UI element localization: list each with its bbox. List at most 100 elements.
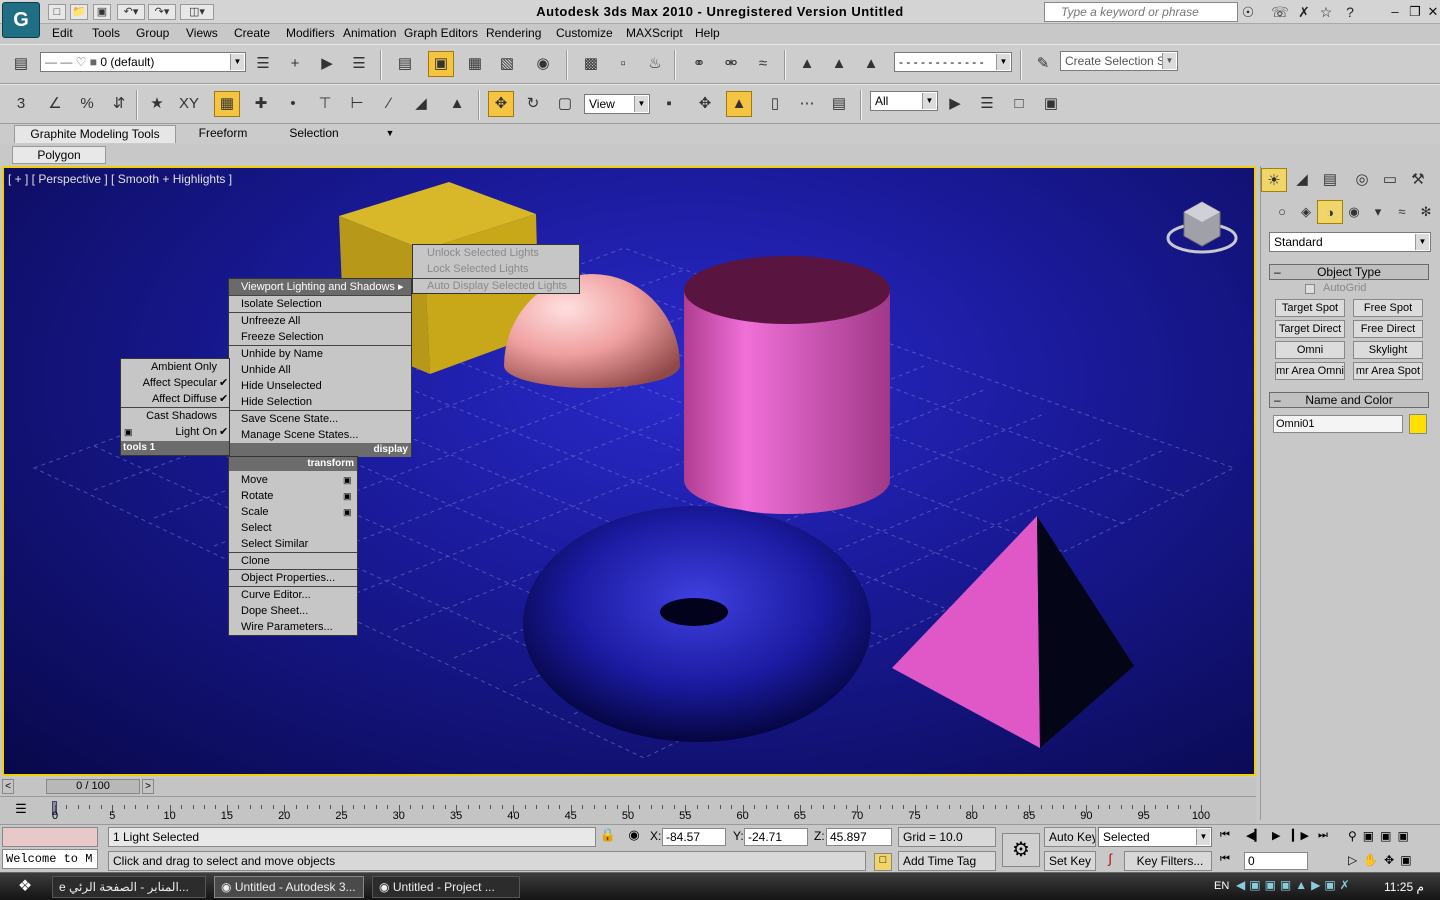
free-spot-button[interactable]: Free Spot <box>1353 299 1423 317</box>
system-tray-icons[interactable]: ◀▣▣▣▲▶▣✗ <box>1236 878 1372 896</box>
select-layer-icon[interactable]: ☰ <box>346 51 372 77</box>
restore-icon[interactable]: ❐ <box>1406 4 1424 20</box>
task-3dsmax[interactable]: ◉ Untitled - Autodesk 3... <box>214 876 364 898</box>
menu-edit[interactable]: Edit <box>52 26 73 40</box>
omni-button[interactable]: Omni <box>1275 341 1345 359</box>
menu-viewport-lighting-shadows[interactable]: Viewport Lighting and Shadows ▸ <box>229 279 411 295</box>
link-icon[interactable]: ⚭ <box>686 51 712 77</box>
rectangular-region-icon[interactable]: □ <box>1006 91 1032 117</box>
track-bar[interactable]: ☰ 0 5 10 15 20 25 30 35 40 45 50 55 60 65 70 75 80 85 90 95… <box>0 796 1256 824</box>
tab-selection[interactable]: Selection <box>276 125 352 143</box>
rollout-name-and-color[interactable]: – Name and Color <box>1269 392 1429 408</box>
key-mode-dropdown[interactable]: Selected ▼ <box>1098 827 1212 847</box>
selection-filter-dropdown[interactable]: All ▼ <box>870 91 938 111</box>
render-setup-icon[interactable]: ▩ <box>578 51 604 77</box>
menu-freeze-selection[interactable]: Freeze Selection <box>241 329 324 345</box>
menu-select[interactable]: Select <box>241 520 272 536</box>
set-key-button[interactable]: Set Key <box>1044 851 1096 871</box>
auto-key-button[interactable]: Auto Key <box>1044 827 1096 847</box>
application-logo-button[interactable]: G <box>2 2 40 38</box>
save-file-icon[interactable]: ▣ <box>93 4 111 20</box>
time-tag-icon[interactable]: □ <box>874 853 892 871</box>
key-icon[interactable]: ⚙ <box>1002 833 1040 867</box>
helpers-icon[interactable]: ▾ <box>1365 200 1391 224</box>
menu-light-on[interactable]: Light On <box>121 424 217 440</box>
add-to-layer-icon[interactable]: ▶ <box>314 51 340 77</box>
manipulate-icon[interactable]: ✥ <box>692 91 718 117</box>
minimize-icon[interactable]: – <box>1386 4 1404 20</box>
dashed-dropdown[interactable]: - - - - - - - - - - - - ▼ <box>894 52 1012 72</box>
close-icon[interactable]: ✕ <box>1424 4 1440 20</box>
display-tab-icon[interactable]: ▭ <box>1377 168 1403 192</box>
options-box-icon[interactable]: ▣ <box>343 504 352 520</box>
menu-unhide-all[interactable]: Unhide All <box>241 362 291 378</box>
spinner-snap-icon[interactable]: ⇵ <box>106 91 132 117</box>
menu-affect-diffuse[interactable]: Affect Diffuse <box>121 391 217 407</box>
keyboard-shortcut-override-icon[interactable]: ▲ <box>726 91 752 117</box>
modify-tab-icon[interactable]: ◢ <box>1289 168 1315 192</box>
communication-center-icon[interactable]: ☏ <box>1270 3 1290 21</box>
task-project[interactable]: ◉ Untitled - Project ... <box>372 876 520 898</box>
menu-ambient-only[interactable]: Ambient Only <box>121 359 217 375</box>
scale-icon[interactable]: ▢ <box>552 91 578 117</box>
mirror-icon[interactable]: ▯ <box>762 91 788 117</box>
array-icon[interactable]: ⋯ <box>794 91 820 117</box>
menu-graph-editors[interactable]: Graph Editors <box>404 26 478 40</box>
tab-graphite-modeling-tools[interactable]: Graphite Modeling Tools <box>14 125 176 143</box>
edge-snap-icon[interactable]: ∕ <box>376 91 402 117</box>
help-icon[interactable]: ? <box>1340 3 1360 21</box>
free-direct-button[interactable]: Free Direct <box>1353 320 1423 338</box>
maxscript-listener-pink[interactable] <box>2 827 98 847</box>
rendered-frame-icon[interactable]: ▫ <box>610 51 636 77</box>
menu-hide-unselected[interactable]: Hide Unselected <box>241 378 322 394</box>
lights-icon[interactable]: ◑ <box>1317 200 1343 224</box>
key-filters-button[interactable]: Key Filters... <box>1124 851 1212 871</box>
space-warps-icon[interactable]: ≈ <box>1389 200 1415 224</box>
mirror-snap-icon[interactable]: ▲ <box>444 91 470 117</box>
submenu-unlock-lights[interactable]: Unlock Selected Lights <box>427 245 539 261</box>
menu-rotate[interactable]: Rotate <box>241 488 273 504</box>
add-time-tag-button[interactable]: Add Time Tag <box>898 851 996 871</box>
utilities-tab-icon[interactable]: ⚒ <box>1405 168 1431 192</box>
menu-isolate-selection[interactable]: Isolate Selection <box>241 296 322 312</box>
menu-dope-sheet[interactable]: Dope Sheet... <box>241 603 308 619</box>
mr-area-omni-button[interactable]: mr Area Omni <box>1275 362 1345 380</box>
object-color-swatch[interactable] <box>1409 414 1427 434</box>
previous-frame-icon[interactable]: ◀▎ <box>1246 829 1266 845</box>
y-coordinate-input[interactable]: -24.71 <box>744 828 808 846</box>
prev-frame-icon[interactable]: < <box>2 779 14 794</box>
rollout-object-type[interactable]: – Object Type <box>1269 264 1429 280</box>
viewport-label[interactable]: [ + ] [ Perspective ] [ Smooth + Highlig… <box>8 172 232 186</box>
menu-group[interactable]: Group <box>136 26 169 40</box>
schematic-view-icon[interactable]: ▧ <box>494 51 520 77</box>
curve-editor-icon[interactable]: ▦ <box>462 51 488 77</box>
object-name-input[interactable]: Omni01 <box>1273 415 1403 433</box>
axis-constraint-icon[interactable]: XY <box>176 91 202 117</box>
options-box-icon[interactable]: ▣ <box>343 472 352 488</box>
menu-affect-specular[interactable]: Affect Specular <box>121 375 217 391</box>
create-layer-icon[interactable]: + <box>282 51 308 77</box>
snap-3d-icon[interactable]: 3 <box>8 91 34 117</box>
key-mode-toggle-icon[interactable]: ⏮ <box>1220 853 1240 869</box>
target-spot-button[interactable]: Target Spot <box>1275 299 1345 317</box>
named-selection-dropdown[interactable]: Create Selection Se ▼ <box>1060 51 1178 71</box>
motion-tab-icon[interactable]: ◎ <box>1349 168 1375 192</box>
midpoint-snap-icon[interactable]: ⊢ <box>344 91 370 117</box>
align-icon[interactable]: ▤ <box>826 91 852 117</box>
new-file-icon[interactable]: □ <box>48 4 66 20</box>
geometry-icon[interactable]: ○ <box>1269 200 1295 224</box>
menu-unhide-by-name[interactable]: Unhide by Name <box>241 346 323 362</box>
task-browser[interactable]: e المنابر - الصفحة الرئي... <box>52 876 206 898</box>
menu-modifiers[interactable]: Modifiers <box>286 26 335 40</box>
start-button-icon[interactable]: ❖ <box>8 876 42 898</box>
menu-rendering[interactable]: Rendering <box>486 26 541 40</box>
skylight-button[interactable]: Skylight <box>1353 341 1423 359</box>
curve-editor-mini-icon[interactable]: ☰ <box>10 801 32 819</box>
angle-snap-icon[interactable]: ∠ <box>42 91 68 117</box>
menu-select-similar[interactable]: Select Similar <box>241 536 308 552</box>
shapes-icon[interactable]: ◈ <box>1293 200 1319 224</box>
binoculars-icon[interactable]: ☉ <box>1238 3 1258 21</box>
selection-icon-3[interactable]: ▲ <box>858 51 884 77</box>
target-direct-button[interactable]: Target Direct <box>1275 320 1345 338</box>
selection-icon-2[interactable]: ▲ <box>826 51 852 77</box>
